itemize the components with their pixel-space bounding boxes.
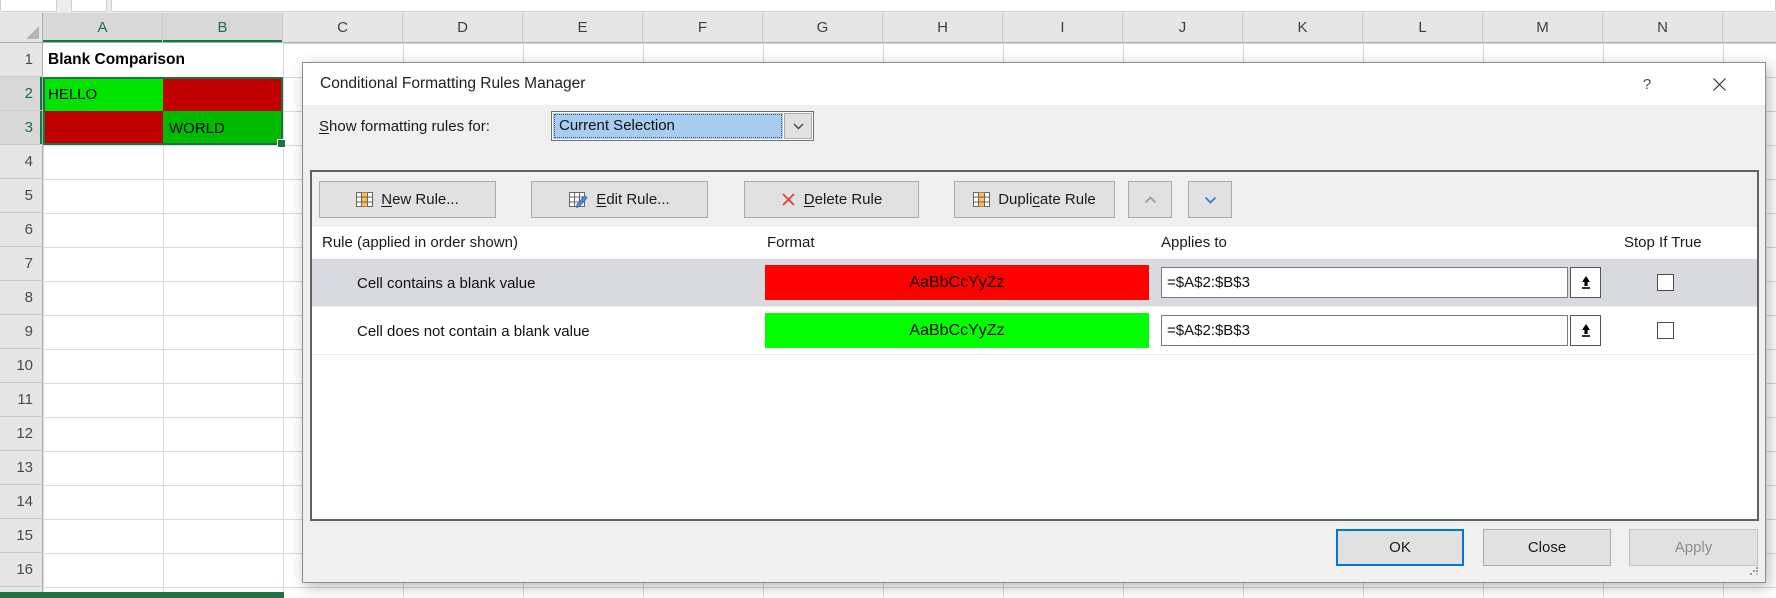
ok-button[interactable]: OK [1336, 529, 1464, 566]
formula-bar[interactable] [111, 0, 1776, 12]
close-icon [1712, 77, 1727, 92]
close-dialog-button[interactable]: Close [1483, 529, 1611, 566]
cell-A2[interactable]: HELLO [43, 77, 163, 111]
format-preview-green: AaBbCcYyZz [765, 313, 1149, 348]
applies-to-input[interactable] [1161, 267, 1568, 298]
column-header-F[interactable]: F [643, 13, 763, 43]
row-header-6[interactable]: 6 [0, 213, 43, 247]
duplicate-rule-table-icon [973, 192, 990, 207]
edit-rule-pencil-icon [569, 192, 588, 208]
scope-dropdown-value: Current Selection [553, 113, 783, 139]
name-box[interactable] [0, 0, 57, 12]
dialog-titlebar[interactable]: Conditional Formatting Rules Manager ? [303, 63, 1765, 105]
stop-if-true-checkbox[interactable] [1657, 322, 1674, 339]
fill-handle[interactable] [277, 139, 286, 148]
conditional-formatting-rules-manager-dialog: Conditional Formatting Rules Manager ? S… [302, 62, 1766, 583]
column-header-I[interactable]: I [1003, 13, 1123, 43]
column-header-E[interactable]: E [523, 13, 643, 43]
rule-description: Cell contains a blank value [357, 259, 535, 307]
cell-A1[interactable]: Blank Comparison [43, 43, 283, 77]
apply-button[interactable]: Apply [1629, 529, 1758, 566]
format-preview-red: AaBbCcYyZz [765, 265, 1149, 300]
scope-dropdown-button[interactable] [784, 113, 812, 139]
select-all-triangle-icon [26, 26, 39, 39]
row-header-7[interactable]: 7 [0, 247, 43, 281]
close-button[interactable] [1703, 70, 1735, 98]
resize-grip[interactable] [1750, 567, 1760, 577]
column-header-D[interactable]: D [403, 13, 523, 43]
row-header-15[interactable]: 15 [0, 519, 43, 553]
row-header-14[interactable]: 14 [0, 485, 43, 519]
row-header-16[interactable]: 16 [0, 553, 43, 587]
rule-row-not-blank[interactable]: Cell does not contain a blank value AaBb… [312, 307, 1757, 355]
row-header-3[interactable]: 3 [0, 111, 43, 145]
move-rule-down-button[interactable] [1188, 181, 1232, 218]
column-header-B[interactable]: B [163, 13, 283, 43]
row-header-4[interactable]: 4 [0, 145, 43, 179]
rule-description: Cell does not contain a blank value [357, 307, 590, 355]
new-rule-table-icon [356, 192, 373, 207]
delete-rule-button[interactable]: Delete Rule [744, 181, 919, 218]
collapse-range-button[interactable] [1570, 315, 1601, 346]
show-rules-label: Show formatting rules for: [319, 118, 490, 135]
new-rule-button[interactable]: New Rule... [319, 181, 496, 218]
row-header-8[interactable]: 8 [0, 281, 43, 315]
collapse-range-button[interactable] [1570, 267, 1601, 298]
insert-function-button[interactable] [71, 0, 107, 12]
column-header-J[interactable]: J [1123, 13, 1243, 43]
column-header-N[interactable]: N [1603, 13, 1723, 43]
row-header-12[interactable]: 12 [0, 417, 43, 451]
delete-x-icon [781, 192, 796, 207]
chevron-down-icon [793, 123, 804, 130]
row-header-10[interactable]: 10 [0, 349, 43, 383]
row-header-9[interactable]: 9 [0, 315, 43, 349]
applies-to-input[interactable] [1161, 315, 1568, 346]
column-header-partial[interactable] [1723, 13, 1776, 43]
excel-window: ABCDEFGHIJKLMN 12345678910111213141516 B… [0, 0, 1776, 598]
rule-row-blank[interactable]: Cell contains a blank value AaBbCcYyZz [312, 259, 1757, 307]
scope-dropdown[interactable]: Current Selection [551, 111, 814, 141]
column-header-G[interactable]: G [763, 13, 883, 43]
cell-B2[interactable] [163, 77, 283, 111]
range-select-arrow-icon [1579, 275, 1593, 290]
chevron-up-icon [1144, 196, 1157, 204]
column-header-format: Format [767, 227, 815, 259]
column-header-H[interactable]: H [883, 13, 1003, 43]
column-header-K[interactable]: K [1243, 13, 1363, 43]
column-header-A[interactable]: A [43, 13, 163, 43]
column-header-M[interactable]: M [1483, 13, 1603, 43]
dialog-title: Conditional Formatting Rules Manager [320, 63, 585, 105]
cell-A3[interactable] [43, 111, 163, 145]
column-headers: ABCDEFGHIJKLMN [43, 13, 1776, 43]
column-header-rule: Rule (applied in order shown) [322, 227, 518, 259]
row-header-13[interactable]: 13 [0, 451, 43, 485]
column-header-L[interactable]: L [1363, 13, 1483, 43]
column-header-applies: Applies to [1161, 227, 1227, 259]
status-bar-edge [0, 592, 284, 598]
range-select-arrow-icon [1579, 323, 1593, 338]
duplicate-rule-button[interactable]: Duplicate Rule [954, 181, 1115, 218]
column-header-C[interactable]: C [283, 13, 403, 43]
column-header-stop: Stop If True [1624, 227, 1702, 259]
cell-B3[interactable]: WORLD [163, 111, 283, 145]
stop-if-true-checkbox[interactable] [1657, 274, 1674, 291]
select-all-corner[interactable] [0, 13, 43, 43]
chevron-down-icon [1204, 196, 1217, 204]
move-rule-up-button[interactable] [1128, 181, 1172, 218]
row-header-1[interactable]: 1 [0, 43, 43, 77]
help-button[interactable]: ? [1633, 71, 1661, 97]
row-header-11[interactable]: 11 [0, 383, 43, 417]
rules-list: Rule (applied in order shown) Format App… [312, 227, 1757, 519]
formula-bar-strip [0, 0, 1776, 13]
row-header-2[interactable]: 2 [0, 77, 43, 111]
row-headers: 12345678910111213141516 [0, 43, 43, 598]
edit-rule-button[interactable]: Edit Rule... [531, 181, 708, 218]
row-header-5[interactable]: 5 [0, 179, 43, 213]
rules-frame: New Rule... Edit Rule... Delete Rule [310, 170, 1759, 521]
